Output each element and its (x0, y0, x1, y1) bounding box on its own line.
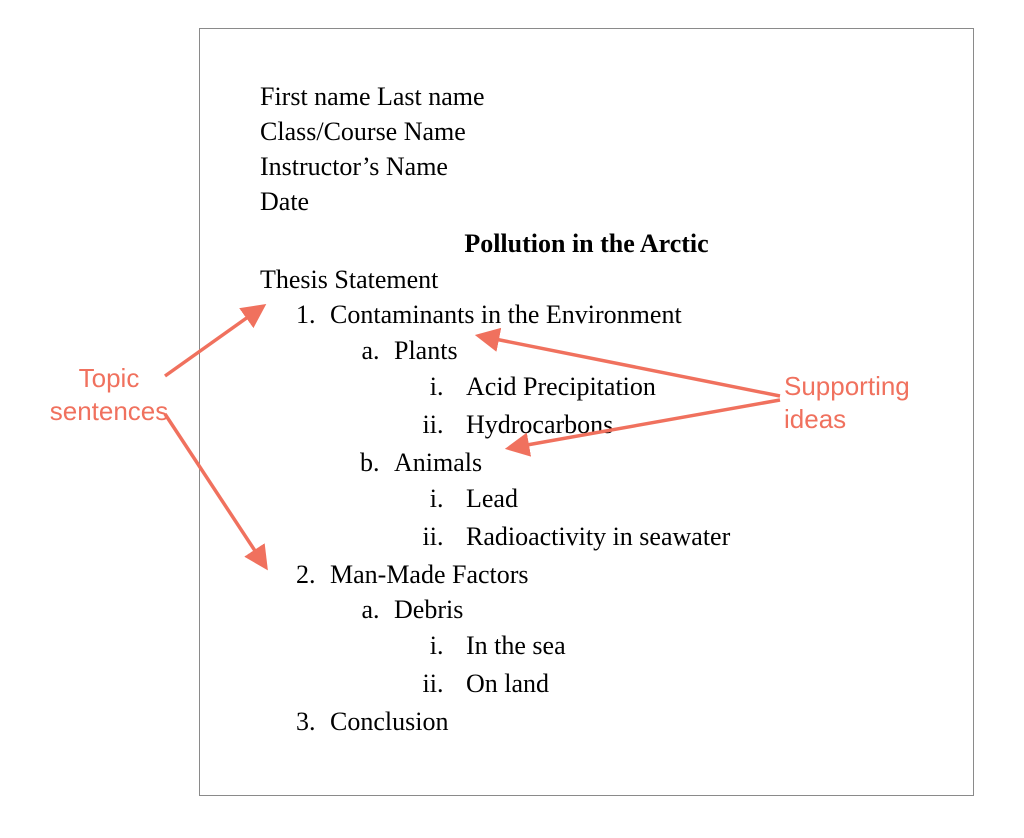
outline-item-1b-ii: Radioactivity in seawater (450, 519, 913, 555)
outline-item-3: Conclusion (322, 704, 913, 740)
annotation-topic-line2: sentences (34, 395, 184, 428)
outline-item-2a-ii: On land (450, 666, 913, 702)
outline-item-1a-text: Plants (394, 336, 458, 365)
thesis-statement-label: Thesis Statement (260, 265, 913, 295)
header-instructor-line: Instructor’s Name (260, 149, 913, 184)
outline-item-2a-text: Debris (394, 595, 463, 624)
annotation-supporting-line1: Supporting (784, 370, 954, 403)
outline-item-2-text: Man-Made Factors (330, 560, 529, 589)
outline-item-1b: Animals Lead Radioactivity in seawater (386, 445, 913, 555)
outline-item-2a-i: In the sea (450, 628, 913, 664)
document-title: Pollution in the Arctic (260, 229, 913, 259)
diagram-stage: First name Last name Class/Course Name I… (0, 0, 1024, 838)
outline-item-1b-i: Lead (450, 481, 913, 517)
annotation-supporting-ideas: Supporting ideas (784, 370, 954, 435)
annotation-topic-line1: Topic (34, 362, 184, 395)
outline-item-2a: Debris In the sea On land (386, 592, 913, 702)
outline-item-1b-text: Animals (394, 448, 482, 477)
outline-item-2: Man-Made Factors Debris In the sea On la… (322, 557, 913, 703)
annotation-supporting-line2: ideas (784, 403, 954, 436)
outline-list: Contaminants in the Environment Plants A… (260, 297, 913, 740)
header-date-line: Date (260, 184, 913, 219)
header-name-line: First name Last name (260, 79, 913, 114)
outline-item-1-text: Contaminants in the Environment (330, 300, 682, 329)
annotation-topic-sentences: Topic sentences (34, 362, 184, 427)
outline-item-3-text: Conclusion (330, 707, 448, 736)
outline-item-2-sub: Debris In the sea On land (330, 592, 913, 702)
outline-item-2a-sub: In the sea On land (394, 628, 913, 702)
header-course-line: Class/Course Name (260, 114, 913, 149)
outline-item-1b-sub: Lead Radioactivity in seawater (394, 481, 913, 555)
outline-item-1-sub: Plants Acid Precipitation Hydrocarbons A… (330, 333, 913, 554)
